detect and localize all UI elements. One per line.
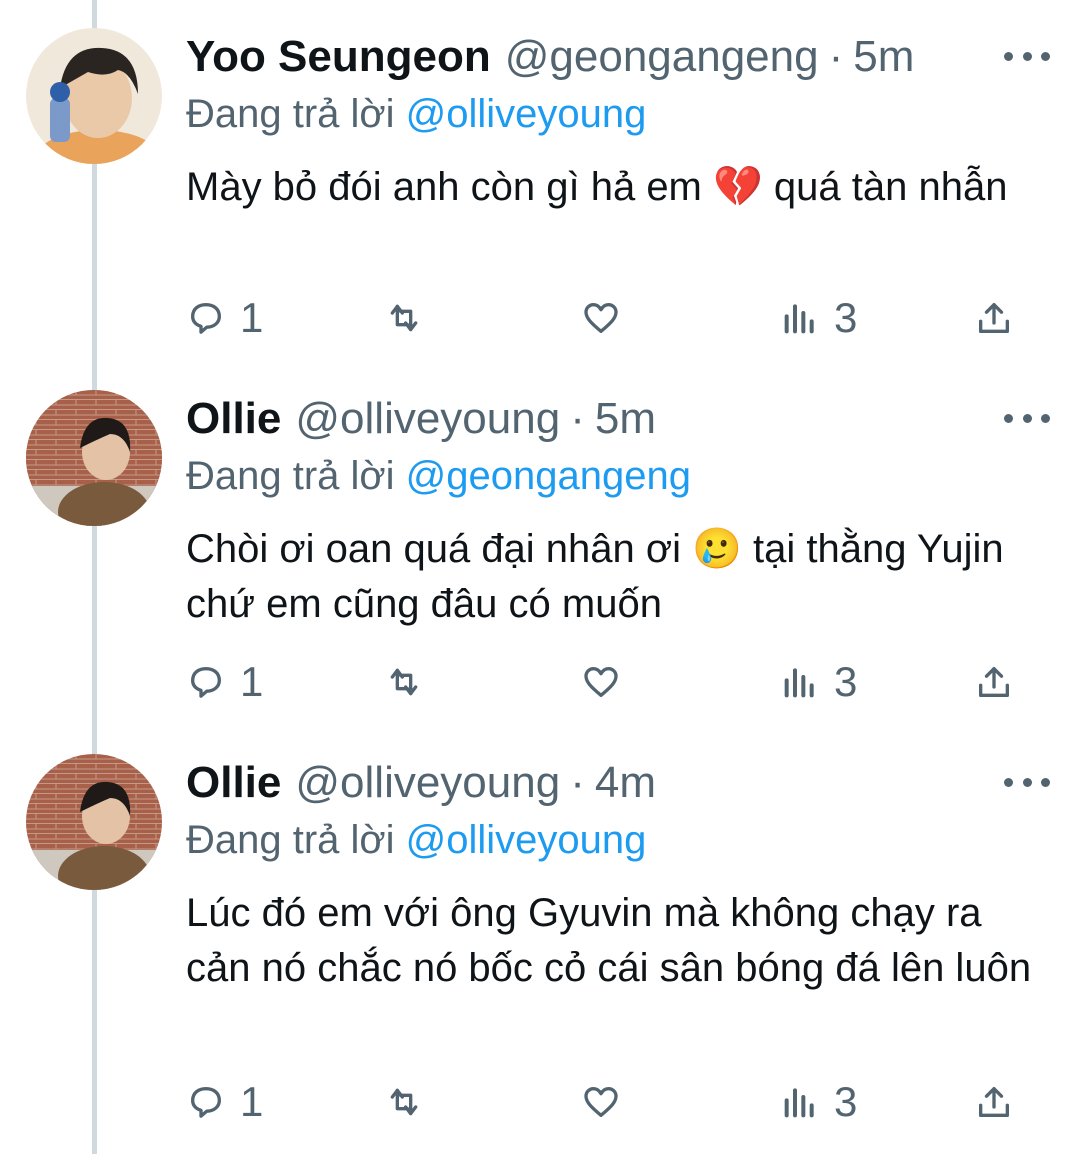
tweet-header: Ollie @olliveyoung · 5m (186, 390, 1050, 448)
share-button[interactable] (974, 1072, 1014, 1132)
like-button[interactable] (581, 652, 621, 712)
retweet-button[interactable] (384, 652, 424, 712)
replying-label: Đang trả lời (186, 92, 395, 136)
like-button[interactable] (581, 288, 621, 348)
analytics-icon (784, 1088, 814, 1118)
avatar[interactable] (26, 754, 162, 890)
replying-to: Đang trả lời @olliveyoung (186, 812, 1050, 868)
avatar-image (26, 754, 162, 890)
more-options-icon[interactable] (1004, 408, 1050, 428)
like-button[interactable] (581, 1072, 621, 1132)
reply-count: 1 (240, 294, 264, 341)
retweet-button[interactable] (384, 288, 424, 348)
share-button[interactable] (974, 288, 1014, 348)
avatar-image (26, 390, 162, 526)
replying-label: Đang trả lời (186, 454, 395, 498)
display-name[interactable]: Yoo Seungeon (186, 28, 491, 86)
share-icon (979, 303, 1009, 333)
view-count: 3 (834, 1078, 858, 1125)
reply-icon (191, 667, 221, 698)
reply-button[interactable]: 1 (186, 652, 263, 712)
more-options-icon[interactable] (1004, 46, 1050, 66)
mention-link[interactable]: @olliveyoung (406, 818, 647, 862)
views-button[interactable]: 3 (780, 652, 857, 712)
share-button[interactable] (974, 652, 1014, 712)
mention-link[interactable]: @olliveyoung (406, 92, 647, 136)
avatar[interactable] (26, 28, 162, 164)
retweet-button[interactable] (384, 1072, 424, 1132)
replying-label: Đang trả lời (186, 818, 395, 862)
reply-icon (191, 303, 221, 334)
timestamp[interactable]: 4m (595, 754, 656, 812)
user-handle[interactable]: @olliveyoung (295, 390, 560, 448)
action-bar: 1 3 (186, 288, 1046, 348)
tweet-text: Lúc đó em với ông Gyuvin mà không chạy r… (186, 891, 1032, 990)
heart-icon (584, 303, 618, 333)
reply-icon (191, 1087, 221, 1118)
timestamp[interactable]: 5m (853, 28, 914, 86)
reply-button[interactable]: 1 (186, 1072, 263, 1132)
reply-count: 1 (240, 658, 264, 705)
reply-button[interactable]: 1 (186, 288, 263, 348)
action-bar: 1 3 (186, 1072, 1046, 1132)
separator-dot: · (570, 394, 585, 443)
display-name[interactable]: Ollie (186, 390, 281, 448)
share-icon (979, 1087, 1009, 1117)
retweet-icon (390, 304, 418, 332)
heart-icon (584, 667, 618, 697)
separator-dot: · (570, 758, 585, 807)
retweet-icon (390, 668, 418, 696)
action-bar: 1 3 (186, 652, 1046, 712)
user-handle[interactable]: @geongangeng (505, 28, 819, 86)
avatar-image (26, 28, 162, 164)
avatar[interactable] (26, 390, 162, 526)
analytics-icon (784, 668, 814, 698)
retweet-icon (390, 1088, 418, 1116)
replying-to: Đang trả lời @geongangeng (186, 448, 1050, 504)
separator-dot: · (828, 32, 844, 81)
share-icon (979, 667, 1009, 697)
display-name[interactable]: Ollie (186, 754, 281, 812)
views-button[interactable]: 3 (780, 1072, 857, 1132)
views-button[interactable]: 3 (780, 288, 857, 348)
view-count: 3 (834, 294, 858, 341)
thread-line (92, 0, 97, 1154)
user-handle[interactable]: @olliveyoung (295, 754, 560, 812)
mention-link[interactable]: @geongangeng (406, 454, 691, 498)
tweet-text: Chòi ơi oan quá đại nhân ơi 🥲 tại thằng … (186, 527, 1004, 626)
tweet-header: Ollie @olliveyoung · 4m (186, 754, 1050, 812)
tweet-header: Yoo Seungeon @geongangeng · 5m (186, 28, 1050, 86)
view-count: 3 (834, 658, 858, 705)
analytics-icon (784, 304, 814, 334)
more-options-icon[interactable] (1004, 772, 1050, 792)
replying-to: Đang trả lời @olliveyoung (186, 86, 1050, 142)
tweet-text: Mày bỏ đói anh còn gì hả em 💔 quá tàn nh… (186, 165, 1008, 209)
timestamp[interactable]: 5m (595, 390, 656, 448)
heart-icon (584, 1087, 618, 1117)
reply-count: 1 (240, 1078, 264, 1125)
